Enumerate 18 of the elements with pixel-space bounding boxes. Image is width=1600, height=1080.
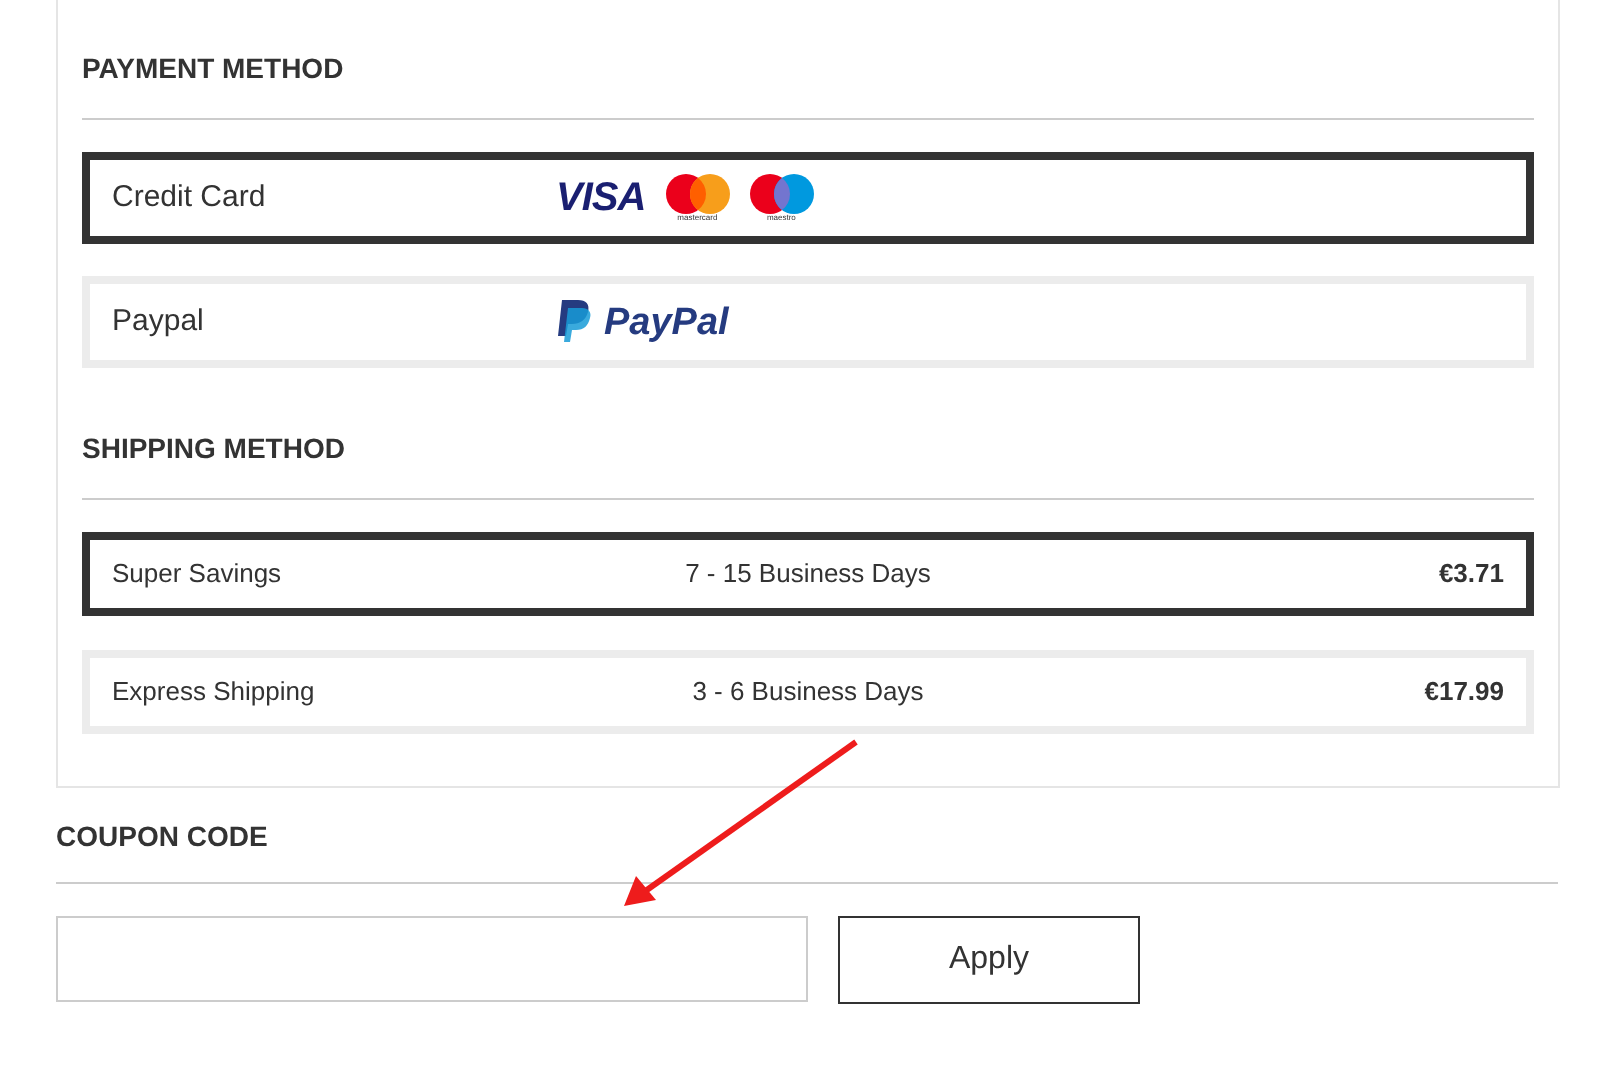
apply-button[interactable]: Apply xyxy=(838,916,1140,1004)
section-heading: PAYMENT METHOD xyxy=(82,48,1534,120)
section-heading: SHIPPING METHOD xyxy=(82,428,1534,500)
delivery-time: 7 - 15 Business Days xyxy=(685,558,931,589)
shipping-price: €17.99 xyxy=(1424,676,1504,707)
payment-option[interactable]: Paypal PayPal xyxy=(82,276,1534,368)
shipping-name: Super Savings xyxy=(112,558,282,589)
delivery-time: 3 - 6 Business Days xyxy=(692,676,924,707)
paypal-logo: PayPal xyxy=(556,300,729,344)
shipping-price: €3.71 xyxy=(1438,558,1504,589)
shipping-name: Express Shipping xyxy=(112,676,315,707)
coupon-field[interactable] xyxy=(56,916,808,1002)
card-logo: VISA xyxy=(556,178,646,218)
option-label: Credit Card xyxy=(110,177,268,218)
option-label: Paypal xyxy=(110,301,206,342)
section-heading: COUPON CODE xyxy=(56,816,1558,884)
shipping-option[interactable]: Express Shipping 3 - 6 Business Days €17.99 xyxy=(82,650,1534,734)
shipping-option[interactable]: Super Savings 7 - 15 Business Days €3.71 xyxy=(82,532,1534,616)
